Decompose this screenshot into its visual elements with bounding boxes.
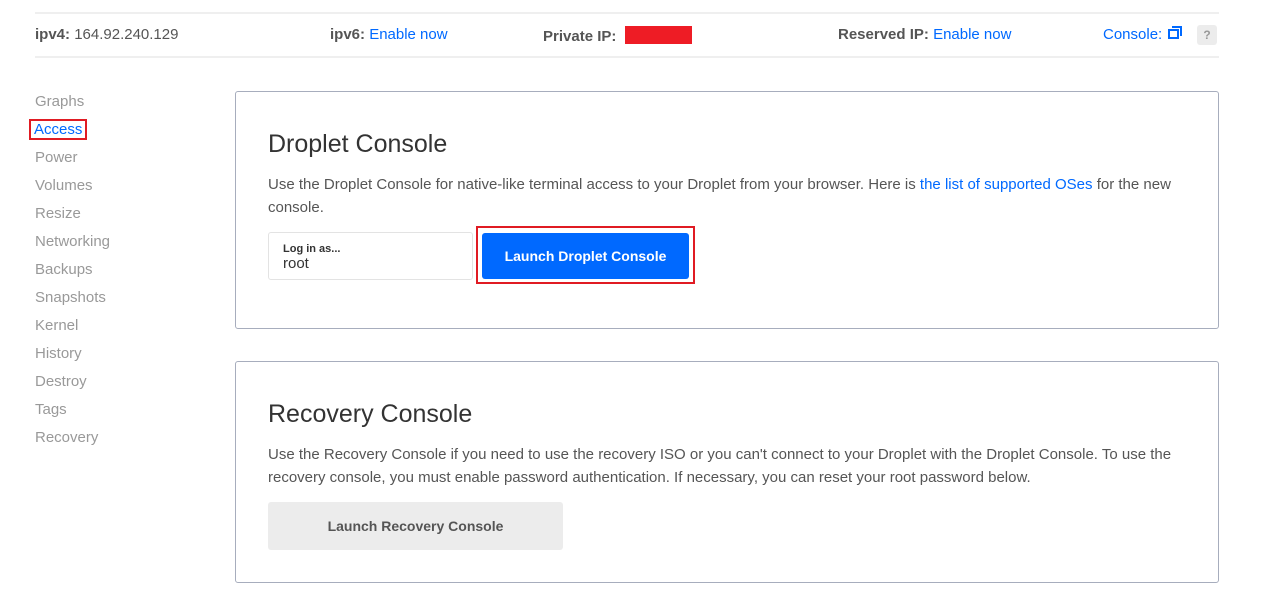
ipv6-enable-link[interactable]: Enable now (369, 26, 447, 43)
sidebar-item-power[interactable]: Power (35, 148, 110, 176)
console-label[interactable]: Console: (1103, 26, 1162, 43)
help-button[interactable]: ? (1197, 25, 1217, 45)
droplet-console-description: Use the Droplet Console for native-like … (268, 176, 1171, 216)
sidebar-item-snapshots[interactable]: Snapshots (35, 288, 110, 316)
ipv6-info: ipv6: Enable now (330, 26, 448, 43)
login-as-label: Log in as... (283, 243, 341, 255)
sidebar-item-access[interactable]: Access (28, 119, 110, 148)
ipv6-label: ipv6: (330, 26, 366, 43)
droplet-console-card: Droplet Console Use the Droplet Console … (235, 91, 1219, 329)
launch-recovery-console-button[interactable]: Launch Recovery Console (268, 502, 563, 550)
ipv4-info: ipv4: 164.92.240.129 (35, 26, 178, 43)
recovery-console-title: Recovery Console (268, 400, 473, 428)
sidebar-item-destroy[interactable]: Destroy (35, 372, 110, 400)
private-ip-redacted (624, 26, 692, 44)
sidebar-item-graphs[interactable]: Graphs (35, 92, 110, 120)
console-link[interactable]: Console: (1103, 26, 1183, 43)
supported-os-link[interactable]: the list of supported OSes (920, 176, 1093, 193)
ipv4-value: 164.92.240.129 (74, 26, 179, 43)
reserved-ip-label: Reserved IP: (838, 26, 929, 43)
sidebar-item-kernel[interactable]: Kernel (35, 316, 110, 344)
private-ip-label: Private IP: (543, 28, 617, 45)
recovery-console-card: Recovery Console Use the Recovery Consol… (235, 361, 1219, 583)
launch-droplet-console-highlight: Launch Droplet Console (476, 226, 695, 284)
sidebar-item-networking[interactable]: Networking (35, 232, 110, 260)
launch-droplet-console-button[interactable]: Launch Droplet Console (482, 233, 689, 279)
external-window-icon[interactable] (1168, 26, 1183, 40)
reserved-ip-info: Reserved IP: Enable now (838, 26, 1011, 43)
sidebar-item-resize[interactable]: Resize (35, 204, 110, 232)
sidebar-item-history[interactable]: History (35, 344, 110, 372)
login-as-field[interactable]: Log in as... (268, 232, 473, 280)
private-ip-info: Private IP: (543, 26, 692, 45)
sidebar-item-backups[interactable]: Backups (35, 260, 110, 288)
ipv4-label: ipv4: (35, 26, 71, 43)
droplet-sidebar-nav: Graphs Access Power Volumes Resize Netwo… (28, 92, 110, 456)
droplet-info-bar: ipv4: 164.92.240.129 ipv6: Enable now Pr… (35, 12, 1219, 58)
recovery-console-description: Use the Recovery Console if you need to … (268, 446, 1172, 486)
sidebar-item-volumes[interactable]: Volumes (35, 176, 110, 204)
sidebar-item-recovery[interactable]: Recovery (35, 428, 110, 456)
droplet-console-title: Droplet Console (268, 130, 448, 158)
login-as-input[interactable] (283, 256, 453, 272)
sidebar-item-tags[interactable]: Tags (35, 400, 110, 428)
reserved-ip-enable-link[interactable]: Enable now (933, 26, 1011, 43)
